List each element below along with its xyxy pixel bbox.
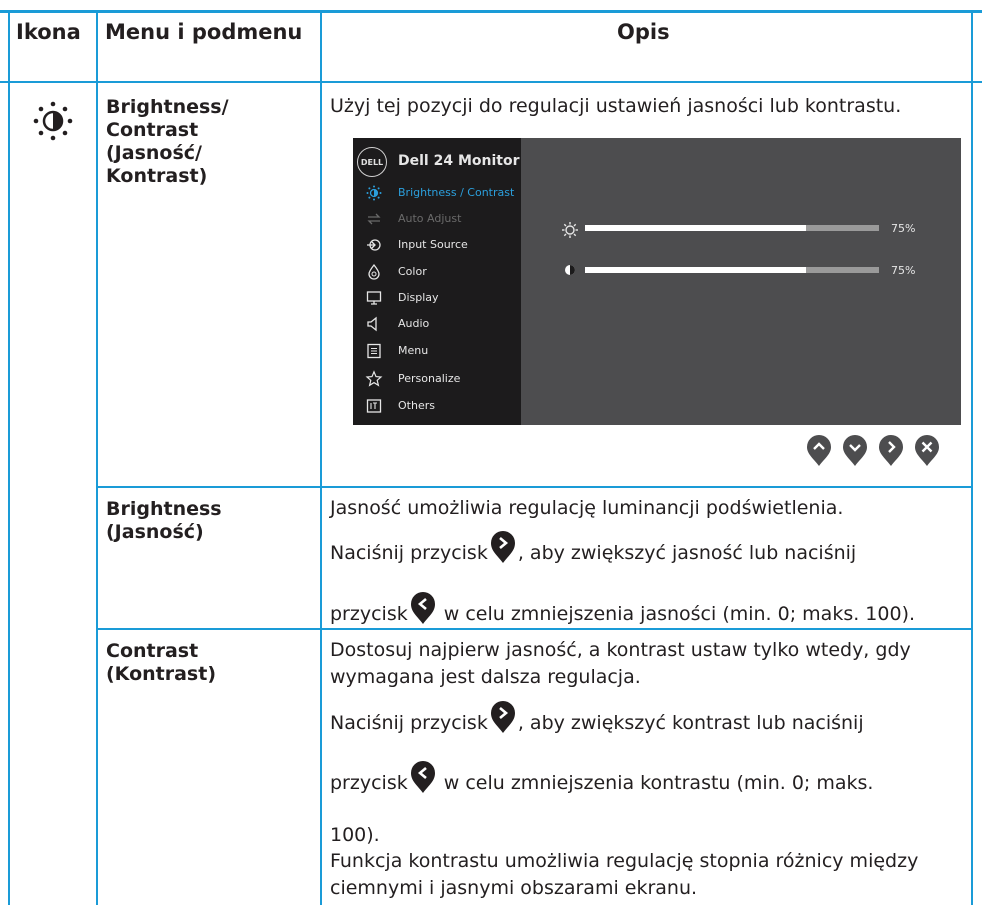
osd-item-auto-adjust[interactable]: Auto Adjust [353,206,521,232]
menu-line: Kontrast) [106,165,208,187]
menu-line: (Jasność/ [106,142,202,164]
osd-menu-panel: DELL Dell 24 Monitor Brightness / Contra… [353,138,521,425]
header-icon: Ikona [16,20,81,44]
menu-icon [367,343,381,359]
osd-item-label: Brightness / Contrast [398,186,515,199]
desc-contrast-line7: ciemnymi i jasnymi obszarami ekranu. [330,877,698,899]
menu-line: Contrast [106,640,199,662]
color-icon [368,263,380,280]
up-icon[interactable] [805,432,833,468]
dell-logo: DELL [357,147,387,177]
osd-item-label: Color [398,265,427,278]
osd-item-label: Personalize [398,372,461,385]
desc-contrast-line5: 100). [330,824,380,846]
table-top-border [0,10,982,13]
desc-contrast-line3: Naciśnij przycisk , aby zwiększyć kontras… [330,700,864,736]
osd-item-label: Auto Adjust [398,212,462,225]
text-fragment: , aby zwiększyć kontrast lub naciśnij [517,712,864,734]
osd-item-label: Input Source [398,238,468,251]
others-icon [366,399,382,413]
text-fragment: w celu zmniejszenia jasności (min. 0; ma… [437,603,916,625]
osd-item-personalize[interactable]: Personalize [353,366,521,392]
table-border-right [971,13,973,905]
contrast-value: 75% [891,264,916,277]
menu-line: (Jasność) [106,521,204,543]
menu-line: Contrast [106,119,199,141]
input-source-icon [367,239,381,251]
menu-contrast: Contrast (Kontrast) [106,640,216,686]
brightness-slider-track [585,225,806,231]
right-icon[interactable] [877,432,905,468]
text-fragment: Naciśnij przycisk [330,542,488,564]
menu-brightness: Brightness (Jasność) [106,498,222,544]
text-fragment: , aby zwiększyć jasność lub naciśnij [517,542,857,564]
osd-item-label: Audio [398,317,430,330]
table-header-divider [0,81,982,83]
osd-item-color[interactable]: Color [353,259,521,285]
osd-title: Dell 24 Monitor [398,153,520,169]
desc-contrast-line2: wymagana jest dalsza regulacja. [330,666,641,688]
osd-item-display[interactable]: Display [353,285,521,311]
brightness-slider[interactable] [585,225,879,231]
table-border-col1 [96,13,98,905]
contrast-slider-track [585,267,806,273]
desc-brightness-line2: Naciśnij przycisk , aby zwiększyć jasność… [330,530,856,566]
row-divider-2 [96,628,973,630]
table-border-col2 [320,13,322,905]
text-fragment: przycisk [330,603,408,625]
brightness-contrast-icon [33,101,73,141]
osd-item-label: Display [398,291,439,304]
osd-item-label: Menu [398,344,429,357]
osd-item-label: Others [398,399,435,412]
contrast-slider-icon [565,265,575,275]
desc-contrast-line4: przycisk w celu zmniejszenia kontrastu (… [330,760,873,796]
desc-brightness-line1: Jasność umożliwia regulację luminancji p… [330,497,844,519]
text-fragment: Naciśnij przycisk [330,712,488,734]
auto-adjust-icon [367,213,381,225]
header-menu: Menu i podmenu [105,20,303,44]
menu-line: Brightness [106,498,222,520]
table-border-left [8,13,10,905]
desc-contrast-line6: Funkcja kontrastu umożliwia regulację st… [330,850,919,872]
brightness-value: 75% [891,222,916,235]
brightness-slider-icon [562,222,578,238]
osd-screenshot: DELL Dell 24 Monitor Brightness / Contra… [353,138,961,425]
desc-row1: Użyj tej pozycji do regulacji ustawień j… [330,95,902,117]
display-icon [366,291,382,305]
increase-button-icon [490,701,515,733]
contrast-slider[interactable] [585,267,879,273]
personalize-icon [365,370,383,387]
increase-button-icon [490,531,515,563]
desc-brightness-line3: przycisk w celu zmniejszenia jasności (m… [330,591,915,627]
audio-icon [367,316,377,332]
osd-item-audio[interactable]: Audio [353,311,521,337]
osd-item-brightness-contrast[interactable]: Brightness / Contrast [353,180,521,206]
osd-item-menu[interactable]: Menu [353,338,521,364]
menu-brightness-contrast: Brightness/ Contrast (Jasność/ Kontrast) [106,96,229,188]
menu-line: Brightness/ [106,96,229,118]
header-description: Opis [617,20,670,44]
row-divider-1 [96,486,973,488]
osd-item-input-source[interactable]: Input Source [353,232,521,258]
down-icon[interactable] [841,432,869,468]
menu-line: (Kontrast) [106,663,217,685]
decrease-button-icon [410,761,435,793]
brightness-icon [366,185,382,201]
decrease-button-icon [410,592,435,624]
text-fragment: w celu zmniejszenia kontrastu (min. 0; m… [437,772,874,794]
close-icon[interactable] [913,432,941,468]
text-fragment: przycisk [330,772,408,794]
desc-contrast-line1: Dostosuj najpierw jasność, a kontrast us… [330,639,911,661]
osd-item-others[interactable]: Others [353,393,521,419]
